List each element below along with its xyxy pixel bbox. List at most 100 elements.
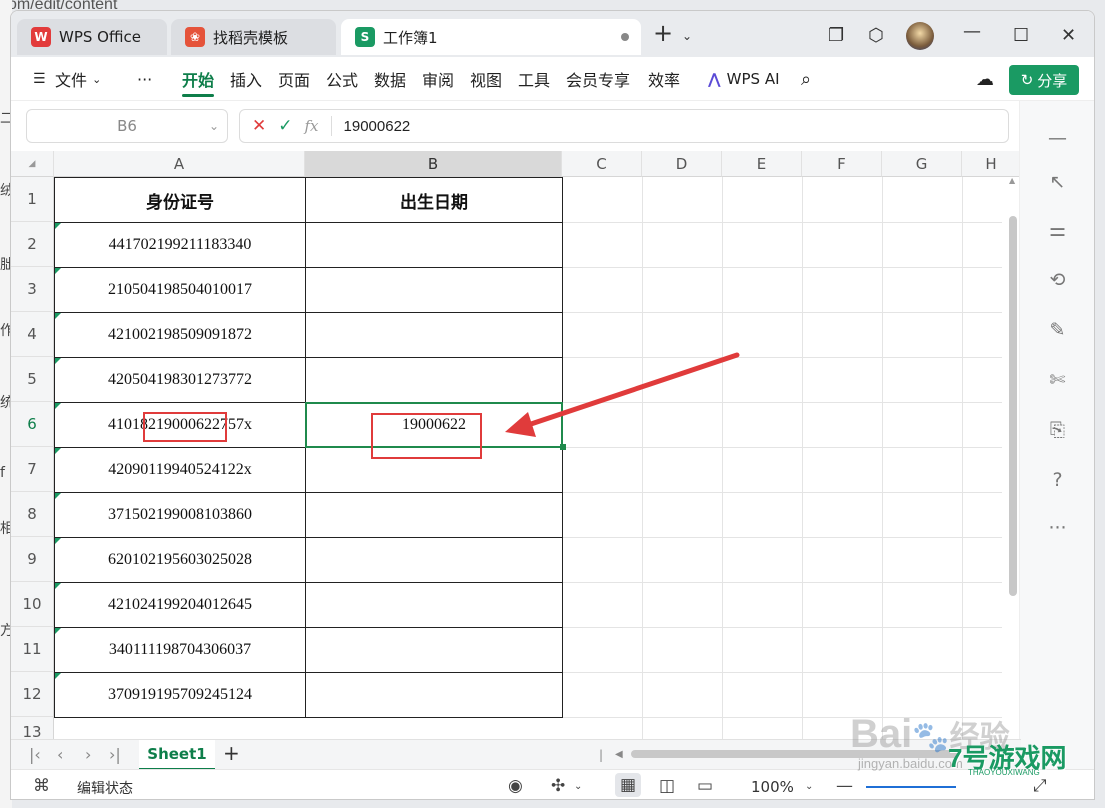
column-header-h[interactable]: H (962, 151, 1021, 177)
collapse-panel-icon[interactable]: — (1020, 127, 1094, 149)
row-header[interactable]: 2 (11, 222, 54, 267)
restore-window-icon[interactable]: ❐ (828, 25, 844, 46)
next-sheet-icon[interactable]: › (85, 745, 91, 764)
crosshair-icon[interactable]: ✣ (551, 776, 565, 796)
maximize-icon[interactable]: ☐ (1013, 25, 1029, 46)
cancel-entry-icon[interactable]: ✕ (252, 116, 266, 136)
chevron-down-icon[interactable]: ⌄ (805, 781, 813, 792)
cursor-select-icon[interactable]: ↖ (1020, 171, 1094, 193)
column-header-g[interactable]: G (882, 151, 962, 177)
tools-icon[interactable]: ✄ (1020, 369, 1094, 391)
menu-formula[interactable]: 公式 (326, 57, 358, 101)
row-header[interactable]: 7 (11, 447, 54, 492)
row-header[interactable]: 11 (11, 627, 54, 672)
cube-icon[interactable]: ⬡ (868, 25, 884, 46)
share-button[interactable]: ↻ 分享 (1009, 65, 1079, 95)
zoom-slider[interactable] (866, 786, 956, 788)
confirm-entry-icon[interactable]: ✓ (278, 116, 292, 136)
more-options-icon[interactable]: ··· (1020, 517, 1094, 539)
chevron-down-icon[interactable]: ⌄ (574, 781, 582, 792)
prev-sheet-icon[interactable]: ‹ (57, 745, 63, 764)
menu-member[interactable]: 会员专享 (566, 57, 630, 101)
menu-insert[interactable]: 插入 (230, 57, 262, 101)
id-cell[interactable]: 421002198509091872 (55, 313, 305, 357)
scroll-left-icon[interactable]: ◀ (615, 749, 623, 760)
zoom-level[interactable]: 100% (751, 778, 794, 796)
vertical-scrollbar[interactable]: ▲ (1008, 176, 1018, 746)
menu-tools[interactable]: 工具 (518, 57, 550, 101)
add-sheet-button[interactable]: + (223, 741, 240, 765)
id-cell[interactable]: 340111198704306037 (55, 628, 305, 672)
row-header[interactable]: 9 (11, 537, 54, 582)
first-sheet-icon[interactable]: |‹ (29, 745, 41, 764)
last-sheet-icon[interactable]: ›| (109, 745, 121, 764)
column-header-e[interactable]: E (722, 151, 802, 177)
row-header[interactable]: 10 (11, 582, 54, 627)
new-tab-plus-icon[interactable]: + (653, 19, 673, 47)
row-header[interactable]: 5 (11, 357, 54, 402)
column-header-f[interactable]: F (802, 151, 882, 177)
column-header-b[interactable]: B (305, 151, 562, 177)
id-cell[interactable]: 371502199008103860 (55, 493, 305, 537)
tab-wps-office[interactable]: W WPS Office (17, 19, 167, 55)
formula-input[interactable]: 19000622 (344, 118, 411, 135)
id-cell[interactable]: 441702199211183340 (55, 223, 305, 267)
menu-page[interactable]: 页面 (278, 57, 310, 101)
row-header[interactable]: 8 (11, 492, 54, 537)
row-header[interactable]: 6 (11, 402, 54, 447)
tab-list-chevron-icon[interactable]: ⌄ (682, 29, 692, 43)
menu-efficiency[interactable]: 效率 (648, 57, 680, 101)
menu-review[interactable]: 审阅 (422, 57, 454, 101)
scroll-up-icon[interactable]: ▲ (1009, 176, 1015, 185)
row-header[interactable]: 13 (11, 717, 54, 741)
vertical-scroll-thumb[interactable] (1009, 216, 1017, 596)
menu-home[interactable]: 开始 (182, 57, 215, 101)
tab-docer-templates[interactable]: ❀ 找稻壳模板 (171, 19, 336, 55)
eye-protection-icon[interactable]: ◉ (508, 776, 523, 796)
page-break-view-icon[interactable]: ◫ (659, 776, 675, 796)
header-id-number[interactable]: 身份证号 (55, 178, 305, 222)
insert-function-icon[interactable]: fx (305, 117, 319, 135)
id-cell[interactable]: 420504198301273772 (55, 358, 305, 402)
book-search-icon[interactable]: ⎘ (1020, 419, 1094, 441)
macro-icon[interactable]: ⌘ (33, 776, 50, 796)
row-header[interactable]: 1 (11, 177, 54, 222)
column-header-a[interactable]: A (54, 151, 305, 177)
formula-bar[interactable]: ✕ ✓ fx 19000622 (239, 109, 1009, 143)
minimize-icon[interactable]: — (963, 21, 981, 42)
id-cell[interactable]: 421024199204012645 (55, 583, 305, 627)
row-header[interactable]: 4 (11, 312, 54, 357)
spreadsheet-grid[interactable]: ◢ A B C D E F G H 1 2 3 4 5 6 7 8 9 10 1… (11, 151, 1021, 741)
id-cell[interactable]: 42090119940524122x (55, 448, 305, 492)
id-cell[interactable]: 210504198504010017 (55, 268, 305, 312)
id-cell[interactable]: 620102195603025028 (55, 538, 305, 582)
zoom-out-icon[interactable]: — (836, 776, 853, 796)
row-header[interactable]: 12 (11, 672, 54, 717)
menu-view[interactable]: 视图 (470, 57, 502, 101)
sheet-tab-sheet1[interactable]: Sheet1 (139, 740, 215, 770)
avatar[interactable] (906, 22, 934, 50)
wps-ai-button[interactable]: ⋀ WPS AI (708, 57, 780, 101)
help-icon[interactable]: ? (1020, 469, 1094, 491)
tab-workbook[interactable]: S 工作簿1 (341, 19, 641, 55)
row-header[interactable]: 3 (11, 267, 54, 312)
id-cell[interactable]: 370919195709245124 (55, 673, 305, 717)
menu-data[interactable]: 数据 (374, 57, 406, 101)
close-icon[interactable]: ✕ (1061, 25, 1076, 46)
normal-view-icon[interactable]: ▦ (615, 773, 642, 797)
reading-view-icon[interactable]: ▭ (697, 776, 713, 796)
select-all-corner[interactable]: ◢ (11, 151, 54, 177)
menu-more[interactable]: ··· (137, 57, 152, 101)
chat-bubble-icon[interactable]: ☁ (976, 57, 994, 101)
search-icon[interactable]: ⌕ (801, 57, 811, 101)
column-header-d[interactable]: D (642, 151, 722, 177)
menu-file[interactable]: 文件 ⌄ (55, 57, 101, 101)
header-birth-date[interactable]: 出生日期 (306, 178, 562, 222)
format-painter-icon[interactable]: ✎ (1020, 319, 1094, 341)
name-box[interactable]: B6 ⌄ (26, 109, 228, 143)
rotate-icon[interactable]: ⟲ (1020, 269, 1094, 291)
column-header-c[interactable]: C (562, 151, 642, 177)
fullscreen-icon[interactable]: ⤢ (1033, 776, 1047, 796)
sliders-icon[interactable]: ⚌ (1020, 219, 1094, 241)
hamburger-icon[interactable]: ☰ (33, 57, 46, 101)
